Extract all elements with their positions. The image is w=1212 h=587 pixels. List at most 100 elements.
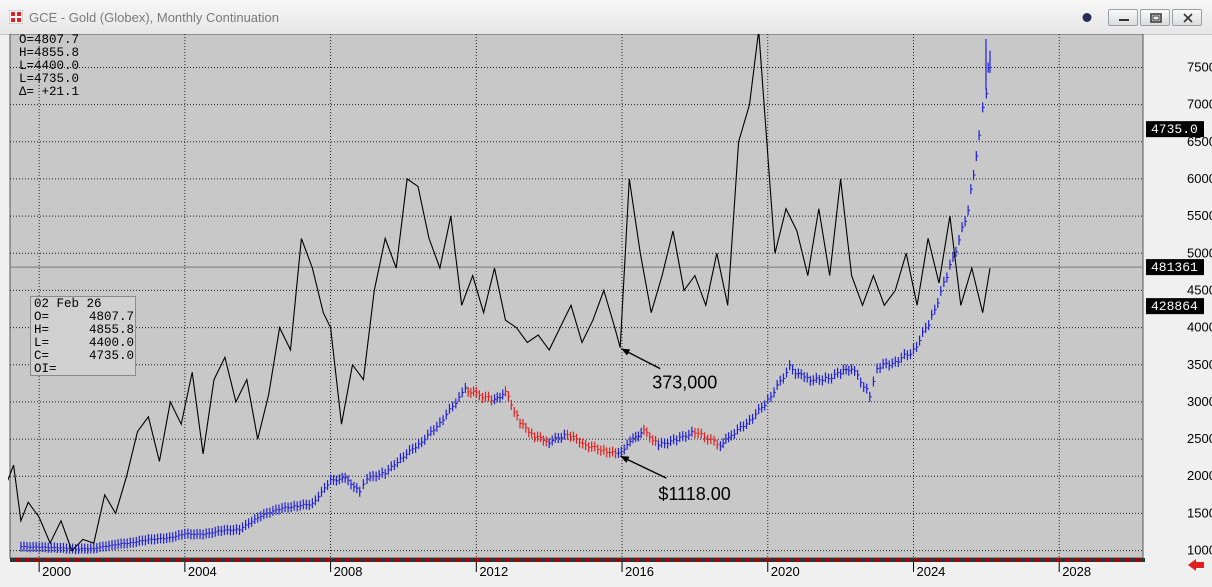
date-strip-segment [330,558,335,562]
date-strip-segment [630,558,635,562]
date-strip-segment [860,558,865,562]
x-tick-label: 2012 [479,564,508,579]
date-strip-segment [820,558,825,562]
date-strip-segment [470,558,475,562]
date-strip-segment [540,558,545,562]
date-strip-segment [1080,558,1085,562]
date-strip-segment [920,558,925,562]
pin-icon [1082,13,1092,22]
info-row: Δ= +21.1 [19,86,109,99]
date-strip-segment [270,558,275,562]
date-strip-segment [750,558,755,562]
date-strip-segment [420,558,425,562]
pin-button[interactable] [1072,9,1102,26]
date-strip-segment [360,558,365,562]
date-strip-segment [500,558,505,562]
date-strip-segment [870,558,875,562]
date-strip-segment [300,558,305,562]
scroll-right-arrow-icon [1188,559,1204,571]
x-tick-label: 2008 [334,564,363,579]
date-strip-segment [570,558,575,562]
date-strip-segment [190,558,195,562]
x-tick-label: 2024 [916,564,945,579]
info-value: +21.1 [34,85,80,99]
date-strip-segment [1000,558,1005,562]
oi-value-label: 481361 [1151,260,1198,275]
date-strip-segment [670,558,675,562]
date-strip-segment [900,558,905,562]
data-window-row: OI= [34,363,135,376]
window-titlebar: GCE - Gold (Globex), Monthly Continuatio… [0,0,1212,35]
date-strip-segment [1050,558,1055,562]
y-tick-label: 400000 [1187,320,1212,335]
date-strip-segment [180,558,185,562]
y-tick-label: 450000 [1187,282,1212,297]
date-strip-segment [850,558,855,562]
date-strip-segment [390,558,395,562]
date-strip-segment [640,558,645,562]
date-strip-segment [310,558,315,562]
price-annotation-label: $1118.00 [658,484,730,504]
date-strip-segment [650,558,655,562]
date-strip-segment [430,558,435,562]
date-strip-segment [760,558,765,562]
date-strip-segment [560,558,565,562]
chart-area[interactable]: 100000 150000 200000 250000 300000 350000 4000… [5,30,1212,582]
date-strip-segment [280,558,285,562]
date-strip-segment [620,558,625,562]
restore-button[interactable] [1140,9,1170,26]
restore-icon [1150,13,1162,23]
dw-label: OI= [34,362,57,376]
y-tick-label: 250000 [1187,431,1212,446]
date-strip-segment [1120,558,1125,562]
date-strip-segment [1040,558,1045,562]
y-tick-label: 500000 [1187,245,1212,260]
close-icon [1183,13,1193,23]
date-strip-segment [610,558,615,562]
date-strip-segment [950,558,955,562]
date-strip-segment [260,558,265,562]
date-strip-segment [690,558,695,562]
date-strip-segment [1140,558,1145,562]
date-strip-segment [730,558,735,562]
date-strip-segment [700,558,705,562]
x-tick-label: 2028 [1062,564,1091,579]
date-strip-segment [480,558,485,562]
date-strip-segment [80,558,85,562]
date-strip-segment [890,558,895,562]
date-strip-segment [1010,558,1015,562]
date-strip-segment [350,558,355,562]
x-tick-label: 2000 [42,564,71,579]
date-strip-segment [210,558,215,562]
date-strip-segment [410,558,415,562]
date-strip-segment [460,558,465,562]
date-strip-segment [100,558,105,562]
date-strip-segment [370,558,375,562]
date-strip-segment [930,558,935,562]
plot-background [9,33,1144,559]
date-strip-segment [30,558,35,562]
date-strip-segment [980,558,985,562]
date-strip-segment [740,558,745,562]
y-tick-label: 200000 [1187,468,1212,483]
date-strip-segment [250,558,255,562]
date-strip-segment [510,558,515,562]
date-strip-segment [120,558,125,562]
date-strip-segment [520,558,525,562]
dw-value: 4735.0 [88,349,134,363]
window-title: GCE - Gold (Globex), Monthly Continuatio… [29,10,279,25]
date-strip-segment [20,558,25,562]
date-strip-segment [550,558,555,562]
chart-svg: 100000 150000 200000 250000 300000 350000 4000… [5,30,1212,579]
date-strip-segment [970,558,975,562]
date-strip-segment [220,558,225,562]
y-tick-label: 300000 [1187,394,1212,409]
close-button[interactable] [1172,9,1202,26]
y-tick-label: 150000 [1187,505,1212,520]
date-strip-segment [600,558,605,562]
minimize-icon [1119,19,1129,21]
minimize-button[interactable] [1108,9,1138,26]
date-strip-segment [530,558,535,562]
data-window[interactable]: 02 Feb 26 O= 4807.7 H= 4855.8 L= 4400.0 C= 4… [30,296,136,376]
date-strip-segment [680,558,685,562]
